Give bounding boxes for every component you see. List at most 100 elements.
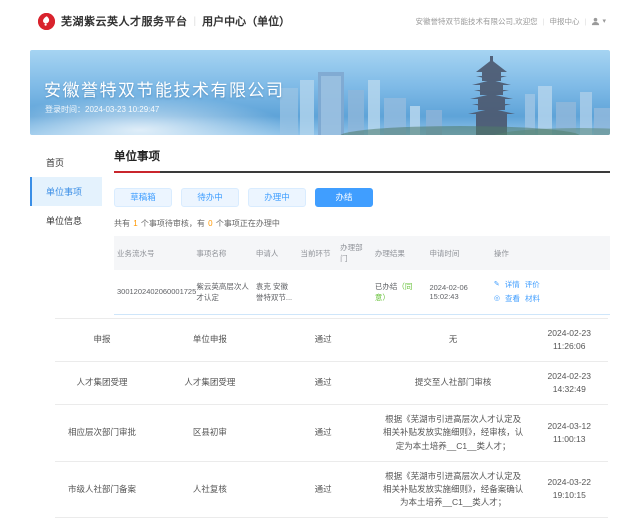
process-result: 通过 — [271, 361, 376, 404]
process-history: 申报 单位申报 通过 无 2024-02-23 11:26:06 人才集团受理 … — [55, 318, 608, 519]
sidebar-item-unit-matters[interactable]: 单位事项 — [30, 177, 102, 206]
tab-processing[interactable]: 办理中 — [248, 188, 306, 207]
process-step: 相应层次部门审批 — [55, 405, 149, 462]
process-time: 2024-03-22 19:10:15 — [531, 461, 608, 518]
process-date: 2024-03-12 — [537, 420, 602, 433]
table-row: 3001202402060001725 紫云英高层次人才认定 袁克 安徽誉特双节… — [114, 270, 610, 314]
view-icon: ◎ — [494, 292, 500, 305]
topbar-divider: | — [194, 16, 197, 27]
summary-suffix: 个事项正在办理中 — [216, 219, 280, 228]
summary-count-processing: 0 — [208, 219, 212, 228]
process-date: 2024-02-23 — [537, 370, 602, 383]
sidebar-item-home[interactable]: 首页 — [30, 148, 102, 177]
chevron-down-icon: ▾ — [602, 17, 606, 25]
user-icon — [591, 17, 600, 26]
cell-apply-time: 2024-02-06 15:02:43 — [426, 270, 490, 314]
evaluate-link[interactable]: 评价 — [525, 278, 540, 292]
cell-department — [337, 270, 372, 314]
process-node: 人才集团受理 — [149, 361, 271, 404]
main-panel: 单位事项 草稿箱 待办中 办理中 办结 共有 1 个事项待审核，有 0 个事项正… — [114, 148, 610, 315]
process-result: 通过 — [271, 405, 376, 462]
topbar: 芜湖紫云英人才服务平台 | 用户中心（单位） 安徽誉特双节能技术有限公司,欢迎您… — [0, 0, 640, 42]
page: 芜湖紫云英人才服务平台 | 用户中心（单位） 安徽誉特双节能技术有限公司,欢迎您… — [0, 0, 640, 530]
summary-prefix: 共有 — [114, 219, 130, 228]
col-serial: 业务流水号 — [114, 236, 193, 270]
col-department: 办理部门 — [337, 236, 372, 270]
content-row: 首页 单位事项 单位信息 单位事项 草稿箱 待办中 办理中 办结 共有 1 个事… — [0, 135, 640, 315]
ops-line-1: ✎ 详情 评价 — [494, 278, 607, 292]
tab-completed[interactable]: 办结 — [315, 188, 373, 207]
tab-todo[interactable]: 待办中 — [181, 188, 239, 207]
process-row: 市级人社部门备案 人社复核 通过 根据《芜湖市引进高层次人才认定及相关补贴发放实… — [55, 461, 608, 518]
process-step: 市级人社部门备案 — [55, 461, 149, 518]
process-result: 通过 — [271, 318, 376, 361]
topbar-right: 安徽誉特双节能技术有限公司,欢迎您 | 申报中心 | ▾ — [415, 16, 606, 27]
process-step: 申报 — [55, 318, 149, 361]
cell-serial: 3001202402060001725 — [114, 270, 193, 314]
declare-center-link[interactable]: 申报中心 — [550, 16, 580, 27]
cityscape-illustration — [280, 50, 610, 135]
result-status: 已办结 — [375, 282, 398, 291]
col-result: 办理结果 — [372, 236, 427, 270]
title-underline — [114, 171, 610, 173]
sidebar-item-unit-info[interactable]: 单位信息 — [30, 206, 102, 235]
banner-company-name: 安徽誉特双节能技术有限公司 — [44, 76, 285, 101]
portal-title: 用户中心（单位） — [202, 13, 290, 29]
process-row: 相应层次部门审批 区县初审 通过 根据《芜湖市引进高层次人才认定及相关补贴发放实… — [55, 405, 608, 462]
detail-link[interactable]: 详情 — [505, 278, 520, 292]
cell-result: 已办结（同意） — [372, 270, 427, 314]
process-step: 人才集团受理 — [55, 361, 149, 404]
process-result: 通过 — [271, 461, 376, 518]
title-underline-dark — [160, 171, 610, 173]
cell-operations: ✎ 详情 评价 ◎ 查看 材料 — [491, 270, 610, 314]
user-menu[interactable]: ▾ — [591, 17, 606, 26]
status-tabs: 草稿箱 待办中 办理中 办结 — [114, 188, 610, 207]
brand-name: 芜湖紫云英人才服务平台 — [61, 13, 188, 29]
topbar-divider: | — [585, 17, 587, 26]
company-banner: 安徽誉特双节能技术有限公司 登录时间：2024-03-23 10:29:47 — [30, 50, 610, 135]
col-current-step: 当前环节 — [298, 236, 338, 270]
process-opinion: 根据《芜湖市引进高层次人才认定及相关补贴发放实施细则》，经备案确认为本土培养__… — [376, 461, 531, 518]
process-clock: 19:10:15 — [537, 489, 602, 502]
topbar-divider: | — [543, 17, 545, 26]
process-time: 2024-03-12 11:00:13 — [531, 405, 608, 462]
items-table: 业务流水号 事项名称 申请人 当前环节 办理部门 办理结果 申请时间 操作 30… — [114, 236, 610, 315]
process-clock: 14:32:49 — [537, 383, 602, 396]
page-title: 单位事项 — [114, 148, 610, 171]
process-row: 人才集团受理 人才集团受理 通过 提交至人社部门审核 2024-02-23 14… — [55, 361, 608, 404]
tab-drafts[interactable]: 草稿箱 — [114, 188, 172, 207]
summary-count-pending: 1 — [133, 219, 137, 228]
process-clock: 11:26:06 — [537, 340, 602, 353]
brand-logo-icon — [38, 13, 55, 30]
edit-icon: ✎ — [494, 278, 500, 291]
process-table: 申报 单位申报 通过 无 2024-02-23 11:26:06 人才集团受理 … — [55, 318, 608, 519]
process-opinion: 提交至人社部门审核 — [376, 361, 531, 404]
material-link[interactable]: 材料 — [525, 292, 540, 306]
cell-applicant: 袁克 安徽誉特双节... — [253, 270, 298, 314]
process-time: 2024-02-23 14:32:49 — [531, 361, 608, 404]
summary-middle: 个事项待审核，有 — [141, 219, 205, 228]
col-item-name: 事项名称 — [193, 236, 253, 270]
process-row: 申报 单位申报 通过 无 2024-02-23 11:26:06 — [55, 318, 608, 361]
process-time: 2024-02-23 11:26:06 — [531, 318, 608, 361]
col-applicant: 申请人 — [253, 236, 298, 270]
process-date: 2024-03-22 — [537, 476, 602, 489]
process-clock: 11:00:13 — [537, 433, 602, 446]
cell-item-name: 紫云英高层次人才认定 — [193, 270, 253, 314]
process-opinion: 无 — [376, 318, 531, 361]
sidebar: 首页 单位事项 单位信息 — [30, 148, 102, 235]
banner-login-time: 登录时间：2024-03-23 10:29:47 — [45, 104, 159, 115]
col-operations: 操作 — [491, 236, 610, 270]
process-node: 单位申报 — [149, 318, 271, 361]
process-node: 区县初审 — [149, 405, 271, 462]
items-table-header-row: 业务流水号 事项名称 申请人 当前环节 办理部门 办理结果 申请时间 操作 — [114, 236, 610, 270]
summary-line: 共有 1 个事项待审核，有 0 个事项正在办理中 — [114, 218, 610, 229]
view-link[interactable]: 查看 — [505, 292, 520, 306]
col-apply-time: 申请时间 — [426, 236, 490, 270]
process-opinion: 根据《芜湖市引进高层次人才认定及相关补贴发放实施细则》，经审核，认定为本土培养_… — [376, 405, 531, 462]
title-underline-red — [114, 171, 160, 173]
welcome-text: 安徽誉特双节能技术有限公司,欢迎您 — [415, 16, 537, 27]
cell-current-step — [298, 270, 338, 314]
ops-line-2: ◎ 查看 材料 — [494, 292, 607, 306]
process-node: 人社复核 — [149, 461, 271, 518]
